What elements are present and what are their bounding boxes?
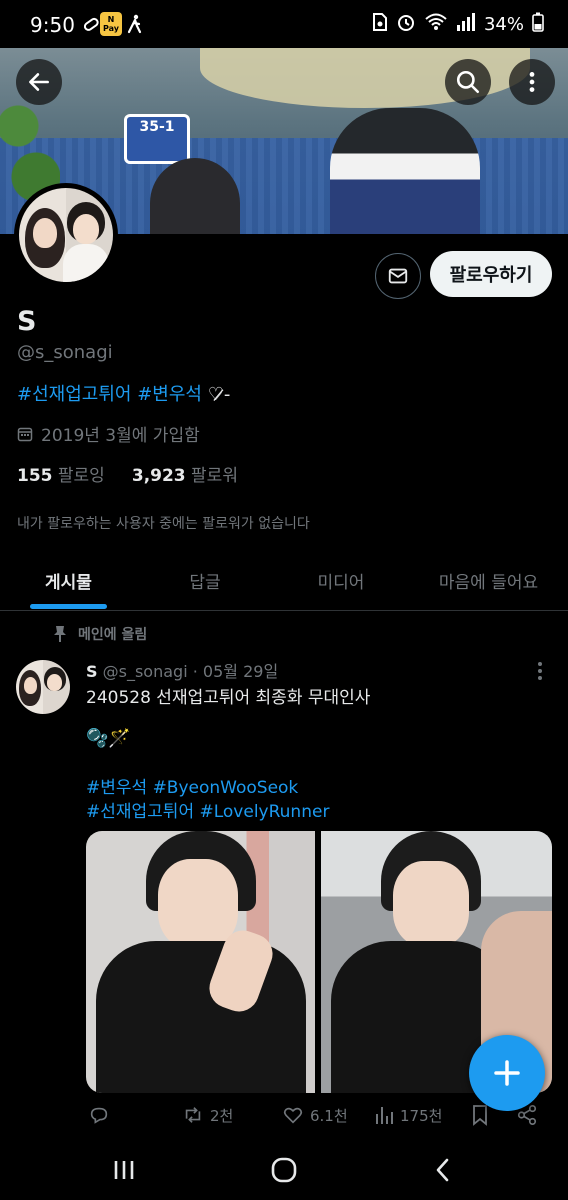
follow-counts: 155 팔로잉 3,923 팔로워 xyxy=(17,461,238,486)
reply-button[interactable] xyxy=(88,1104,110,1126)
bio-suffix: ♡̷̷- xyxy=(207,384,231,405)
sim-icon xyxy=(372,12,388,37)
back-nav-button[interactable] xyxy=(430,1156,456,1188)
tweet-photo[interactable] xyxy=(86,831,315,1093)
views-button[interactable]: 175천 xyxy=(374,1104,442,1126)
pill-icon xyxy=(82,13,100,35)
battery-icon xyxy=(532,12,544,37)
tweet-date[interactable]: 05월 29일 xyxy=(203,662,278,681)
tab-replies[interactable]: 답글 xyxy=(137,550,273,610)
home-icon xyxy=(271,1157,297,1183)
retweet-count: 2천 xyxy=(210,1106,234,1125)
signal-icon xyxy=(456,13,476,36)
tweet-actions: 2천 6.1천 175천 xyxy=(86,1104,552,1138)
tweet-avatar-face-left xyxy=(24,677,37,694)
search-button[interactable] xyxy=(445,59,491,105)
retweet-icon xyxy=(185,1107,201,1123)
search-icon xyxy=(456,70,480,94)
photo-coat xyxy=(96,941,306,1093)
tweet-author-handle[interactable]: @s_sonagi xyxy=(103,662,188,681)
pay-icon: N Pay xyxy=(100,12,122,36)
like-button[interactable]: 6.1천 xyxy=(282,1104,348,1126)
home-button[interactable] xyxy=(269,1156,299,1188)
heart-icon xyxy=(283,1107,303,1124)
plus-icon xyxy=(494,1060,520,1086)
pay-badge-top: N xyxy=(107,15,115,24)
status-time: 9:50 xyxy=(30,13,75,37)
avatar-face-left xyxy=(33,218,57,248)
joined-date: 2019년 3월에 가입함 xyxy=(17,421,200,446)
photo-face xyxy=(393,861,469,947)
tweet-more-button[interactable] xyxy=(530,660,550,686)
profile-tabs: 게시물 답글 미디어 마음에 들어요 xyxy=(0,550,568,611)
following-count: 155 xyxy=(17,466,53,486)
tweet-hashtag-line[interactable]: #선재업고튀어 #LovelyRunner xyxy=(86,800,329,824)
profile-name: S xyxy=(17,306,37,337)
bookmark-button[interactable] xyxy=(470,1104,490,1126)
bio-hashtag[interactable]: #선재업고튀어 xyxy=(17,384,131,405)
pay-badge-bottom: Pay xyxy=(102,24,119,33)
pinned-text: 메인에 올림 xyxy=(78,627,148,643)
tweet-avatar[interactable] xyxy=(16,660,70,714)
banner-sign: 35-1 xyxy=(124,114,190,164)
like-count: 6.1천 xyxy=(310,1106,348,1125)
tweet-text: 240528 선재업고튀어 최종화 무대인사 xyxy=(86,688,371,708)
walk-icon xyxy=(126,13,144,35)
bar-chart-icon xyxy=(376,1107,393,1124)
system-nav-bar xyxy=(0,1140,568,1200)
follow-button[interactable]: 팔로우하기 xyxy=(430,251,552,297)
compose-button[interactable] xyxy=(469,1035,545,1111)
joined-text: 2019년 3월에 가입함 xyxy=(41,426,200,446)
recent-apps-button[interactable] xyxy=(110,1156,138,1188)
bio-hashtag[interactable]: #변우석 xyxy=(137,384,202,405)
tweet-hashtag-line[interactable]: #변우석 #ByeonWooSeok xyxy=(86,776,329,800)
tweet-separator: · xyxy=(192,662,198,681)
arrow-left-icon xyxy=(29,73,49,91)
tweet-hashtags: #변우석 #ByeonWooSeok #선재업고튀어 #LovelyRunner xyxy=(86,776,329,824)
chevron-left-icon xyxy=(436,1158,449,1182)
mail-icon xyxy=(388,268,408,284)
pinned-label: 메인에 올림 xyxy=(52,624,147,644)
followers-label: 팔로워 xyxy=(191,466,238,486)
reply-icon xyxy=(90,1107,108,1124)
profile-avatar[interactable] xyxy=(14,183,118,287)
wifi-icon xyxy=(424,12,448,37)
back-button[interactable] xyxy=(16,59,62,105)
battery-percent: 34% xyxy=(483,14,524,35)
followers-count: 3,923 xyxy=(131,466,186,486)
message-button[interactable] xyxy=(375,253,421,299)
tweet-author-name[interactable]: S xyxy=(86,662,98,681)
tab-posts[interactable]: 게시물 xyxy=(0,550,137,610)
more-vertical-icon xyxy=(529,72,535,92)
more-vertical-icon xyxy=(538,662,542,680)
retweet-button[interactable]: 2천 xyxy=(182,1104,233,1126)
tweet-header: S @s_sonagi · 05월 29일 xyxy=(86,658,278,682)
more-options-button[interactable] xyxy=(509,59,555,105)
avatar-shirt xyxy=(63,244,109,282)
status-right: 34% xyxy=(372,12,544,37)
tab-media[interactable]: 미디어 xyxy=(273,550,409,610)
followers-link[interactable]: 3,923 팔로워 xyxy=(132,466,238,486)
following-label: 팔로잉 xyxy=(57,466,105,486)
status-bar: 9:50 N Pay 34% xyxy=(0,0,568,48)
profile-bio: #선재업고튀어 #변우석 ♡̷̷- xyxy=(17,380,230,406)
following-link[interactable]: 155 팔로잉 xyxy=(17,466,105,486)
mutual-followers-note: 내가 팔로우하는 사용자 중에는 팔로워가 없습니다 xyxy=(17,516,310,532)
tab-likes[interactable]: 마음에 들어요 xyxy=(409,550,568,610)
active-tab-indicator xyxy=(30,604,107,609)
avatar-face-right xyxy=(73,214,99,244)
profile-handle: @s_sonagi xyxy=(17,342,113,363)
pin-icon xyxy=(54,626,66,642)
photo-face xyxy=(158,859,238,949)
view-count: 175천 xyxy=(400,1106,443,1125)
bookmark-icon xyxy=(473,1105,487,1126)
calendar-icon xyxy=(17,427,33,441)
recent-apps-icon xyxy=(114,1161,134,1179)
alarm-icon xyxy=(396,12,416,37)
tweet-avatar-face-right xyxy=(47,674,62,691)
tweet-emoji: 🫧🪄 xyxy=(86,728,131,749)
avatar-image xyxy=(19,188,113,282)
banner-sign-text: 35-1 xyxy=(139,119,175,135)
banner-figure-right xyxy=(330,108,480,234)
